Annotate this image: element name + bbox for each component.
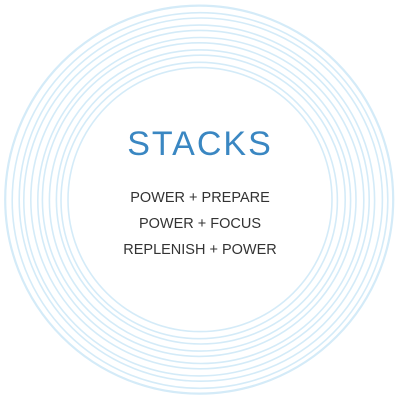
stacks-title: STACKS	[127, 125, 273, 163]
stack-item: POWER + PREPARE	[130, 190, 270, 206]
stacks-graphic: STACKS POWER + PREPARE POWER + FOCUS REP…	[0, 0, 400, 400]
stacks-list: POWER + PREPARE POWER + FOCUS REPLENISH …	[0, 185, 400, 263]
stacks-content: STACKS POWER + PREPARE POWER + FOCUS REP…	[0, 0, 400, 400]
stack-item: POWER + FOCUS	[138, 216, 262, 232]
stack-item: REPLENISH + POWER	[123, 242, 277, 258]
